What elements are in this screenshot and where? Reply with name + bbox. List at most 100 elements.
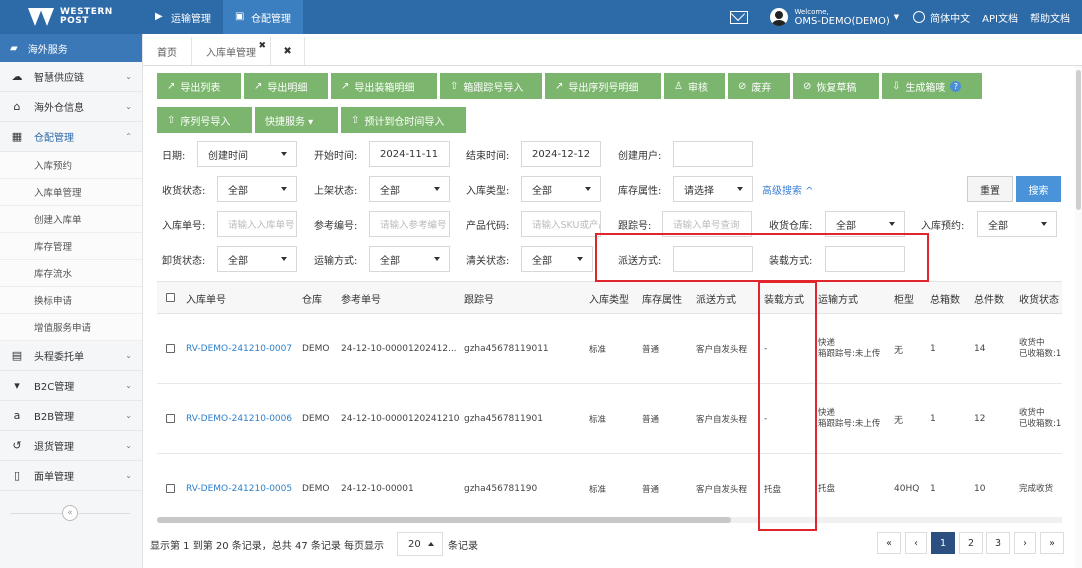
tab-close-icon[interactable]: ✖ xyxy=(258,41,266,51)
row-checkbox[interactable] xyxy=(166,344,175,353)
export-serial-button[interactable]: ↗ 导出序列号明细 xyxy=(545,73,661,99)
language-switch[interactable]: 简体中文 xyxy=(930,10,970,25)
scrollbar-thumb[interactable] xyxy=(1076,70,1081,210)
discard-button[interactable]: ⊘ 废弃 xyxy=(728,73,790,99)
sidebar-sub-inbound-orders[interactable]: 入库单管理 xyxy=(0,179,142,206)
advanced-search-link[interactable]: 高级搜索 ^ xyxy=(762,182,814,197)
sidebar-sub-inbound-reservation[interactable]: 入库预约 xyxy=(0,152,142,179)
caret-down-icon[interactable]: ▼ xyxy=(894,13,899,21)
shelf-status-select[interactable]: 全部 xyxy=(369,176,450,202)
row-checkbox[interactable] xyxy=(166,484,175,493)
topnav-transport[interactable]: ▶ 运输管理 xyxy=(143,0,223,34)
close-all-tabs-button[interactable]: ✖ xyxy=(271,37,305,65)
globe-icon[interactable] xyxy=(913,11,926,23)
col-pieces[interactable]: 总件数 xyxy=(974,282,1004,314)
sidebar-item-smart-supply[interactable]: ☁ 智慧供应链 ⌄ xyxy=(0,62,142,92)
collapse-icon[interactable]: « xyxy=(62,505,78,521)
page-vertical-scrollbar[interactable] xyxy=(1075,66,1082,568)
recv-status-select[interactable]: 全部 xyxy=(217,176,297,202)
creator-input[interactable] xyxy=(673,141,753,167)
col-delivery[interactable]: 派送方式 xyxy=(696,282,736,314)
export-detail-button[interactable]: ↗ 导出明细 xyxy=(244,73,328,99)
end-time-input[interactable]: 2024-12-12 xyxy=(521,141,601,167)
inbound-type-select[interactable]: 全部 xyxy=(521,176,601,202)
user-menu[interactable]: Welcome, OMS-DEMO(DEMO) xyxy=(794,7,889,27)
reservation-select[interactable]: 全部 xyxy=(977,211,1057,237)
sidebar-item-returns[interactable]: ↺ 退货管理 ⌄ xyxy=(0,431,142,461)
sidebar-item-b2b[interactable]: a B2B管理 ⌄ xyxy=(0,401,142,431)
page-size-select[interactable]: 20 xyxy=(397,532,443,556)
sidebar-item-warehouse-mgmt[interactable]: ▦ 仓配管理 ⌃ xyxy=(0,122,142,152)
row-checkbox[interactable] xyxy=(166,414,175,423)
import-serial-button[interactable]: ⇧ 序列号导入 xyxy=(157,107,252,133)
page-1-button[interactable]: 1 xyxy=(931,532,955,554)
first-page-button[interactable]: « xyxy=(877,532,901,554)
page-2-button[interactable]: 2 xyxy=(959,532,983,554)
col-cabinet[interactable]: 柜型 xyxy=(894,282,914,314)
select-all-checkbox[interactable] xyxy=(166,293,175,302)
audit-button[interactable]: ♙ 审核 xyxy=(664,73,725,99)
sku-input[interactable]: 请输入SKU或产品代码 xyxy=(521,211,601,237)
brand-logo[interactable]: WESTERN POST xyxy=(0,0,143,34)
reset-button[interactable]: 重置 xyxy=(967,176,1013,202)
col-stock-attr[interactable]: 库存属性 xyxy=(642,282,682,314)
col-inbound-type[interactable]: 入库类型 xyxy=(589,282,629,314)
col-warehouse[interactable]: 仓库 xyxy=(302,282,322,314)
col-loading[interactable]: 装载方式 xyxy=(764,282,804,314)
order-no-link[interactable]: RV-DEMO-241210-0005 xyxy=(186,454,292,520)
export-packing-button[interactable]: ↗ 导出装箱明细 xyxy=(331,73,437,99)
loading-input[interactable] xyxy=(825,246,905,272)
col-tracking[interactable]: 跟踪号 xyxy=(464,282,494,314)
start-time-input[interactable]: 2024-11-11 xyxy=(369,141,450,167)
sidebar-sub-relabel[interactable]: 换标申请 xyxy=(0,287,142,314)
order-no-link[interactable]: RV-DEMO-241210-0007 xyxy=(186,314,292,384)
col-shipping[interactable]: 运输方式 xyxy=(818,282,858,314)
generate-box-label-button[interactable]: ⇩ 生成箱唛 ? xyxy=(882,73,982,99)
mail-icon[interactable] xyxy=(730,10,749,24)
export-list-button[interactable]: ↗ 导出列表 xyxy=(157,73,241,99)
import-eta-button[interactable]: ⇧ 预计到仓时间导入 xyxy=(341,107,466,133)
sidebar-sub-inventory[interactable]: 库存管理 xyxy=(0,233,142,260)
customs-select[interactable]: 全部 xyxy=(521,246,593,272)
sidebar-item-first-leg[interactable]: ▤ 头程委托单 ⌄ xyxy=(0,341,142,371)
page-3-button[interactable]: 3 xyxy=(986,532,1010,554)
delivery-input[interactable] xyxy=(673,246,753,272)
unload-select[interactable]: 全部 xyxy=(217,246,297,272)
stock-attr-select[interactable]: 请选择 xyxy=(673,176,753,202)
sidebar-item-sheets[interactable]: ▯ 面单管理 ⌄ xyxy=(0,461,142,491)
help-icon[interactable]: ? xyxy=(950,80,962,92)
prev-page-button[interactable]: ‹ xyxy=(905,532,927,554)
import-box-tracking-button[interactable]: ⇧ 箱跟踪号导入 xyxy=(440,73,542,99)
topnav-warehouse[interactable]: ▣ 仓配管理 xyxy=(223,0,303,34)
shipping-select[interactable]: 全部 xyxy=(369,246,450,272)
ref-no-input[interactable]: 请输入参考编号 xyxy=(369,211,450,237)
date-type-select[interactable]: 创建时间 xyxy=(197,141,297,167)
tab-home[interactable]: 首页 xyxy=(143,37,192,65)
col-order-no[interactable]: 入库单号 xyxy=(186,282,226,314)
sidebar-sub-inventory-flow[interactable]: 库存流水 xyxy=(0,260,142,287)
table-row[interactable]: RV-DEMO-241210-0006 DEMO 24-12-10-000012… xyxy=(157,384,1062,454)
sidebar-item-b2c[interactable]: ▾ B2C管理 ⌄ xyxy=(0,371,142,401)
restore-draft-button[interactable]: ⊘ 恢复草稿 xyxy=(793,73,879,99)
user-avatar-icon[interactable] xyxy=(770,8,789,26)
sidebar-item-overseas-info[interactable]: ⌂ 海外仓信息 ⌄ xyxy=(0,92,142,122)
order-no-input[interactable]: 请输入入库单号 xyxy=(217,211,297,237)
tracking-input[interactable]: 请输入单号查询 xyxy=(662,211,752,237)
col-boxes[interactable]: 总箱数 xyxy=(930,282,960,314)
tab-inbound-orders[interactable]: 入库单管理 ✖ xyxy=(192,37,271,65)
scrollbar-thumb[interactable] xyxy=(157,517,731,523)
next-page-button[interactable]: › xyxy=(1014,532,1036,554)
order-no-link[interactable]: RV-DEMO-241210-0006 xyxy=(186,384,292,454)
table-row[interactable]: RV-DEMO-241210-0005 DEMO 24-12-10-00001 … xyxy=(157,454,1062,520)
search-button[interactable]: 搜索 xyxy=(1016,176,1061,202)
api-docs-link[interactable]: API文档 xyxy=(982,10,1018,25)
last-page-button[interactable]: » xyxy=(1040,532,1064,554)
table-row[interactable]: RV-DEMO-241210-0007 DEMO 24-12-10-000012… xyxy=(157,314,1062,384)
help-docs-link[interactable]: 帮助文档 xyxy=(1030,10,1070,25)
col-ref-no[interactable]: 参考单号 xyxy=(341,282,381,314)
sidebar-header[interactable]: ▰ 海外服务 xyxy=(0,34,142,62)
col-recv-status[interactable]: 收货状态 xyxy=(1019,282,1059,314)
table-horizontal-scrollbar[interactable] xyxy=(157,517,1062,523)
sidebar-sub-create-inbound[interactable]: 创建入库单 xyxy=(0,206,142,233)
recv-wh-select[interactable]: 全部 xyxy=(825,211,905,237)
